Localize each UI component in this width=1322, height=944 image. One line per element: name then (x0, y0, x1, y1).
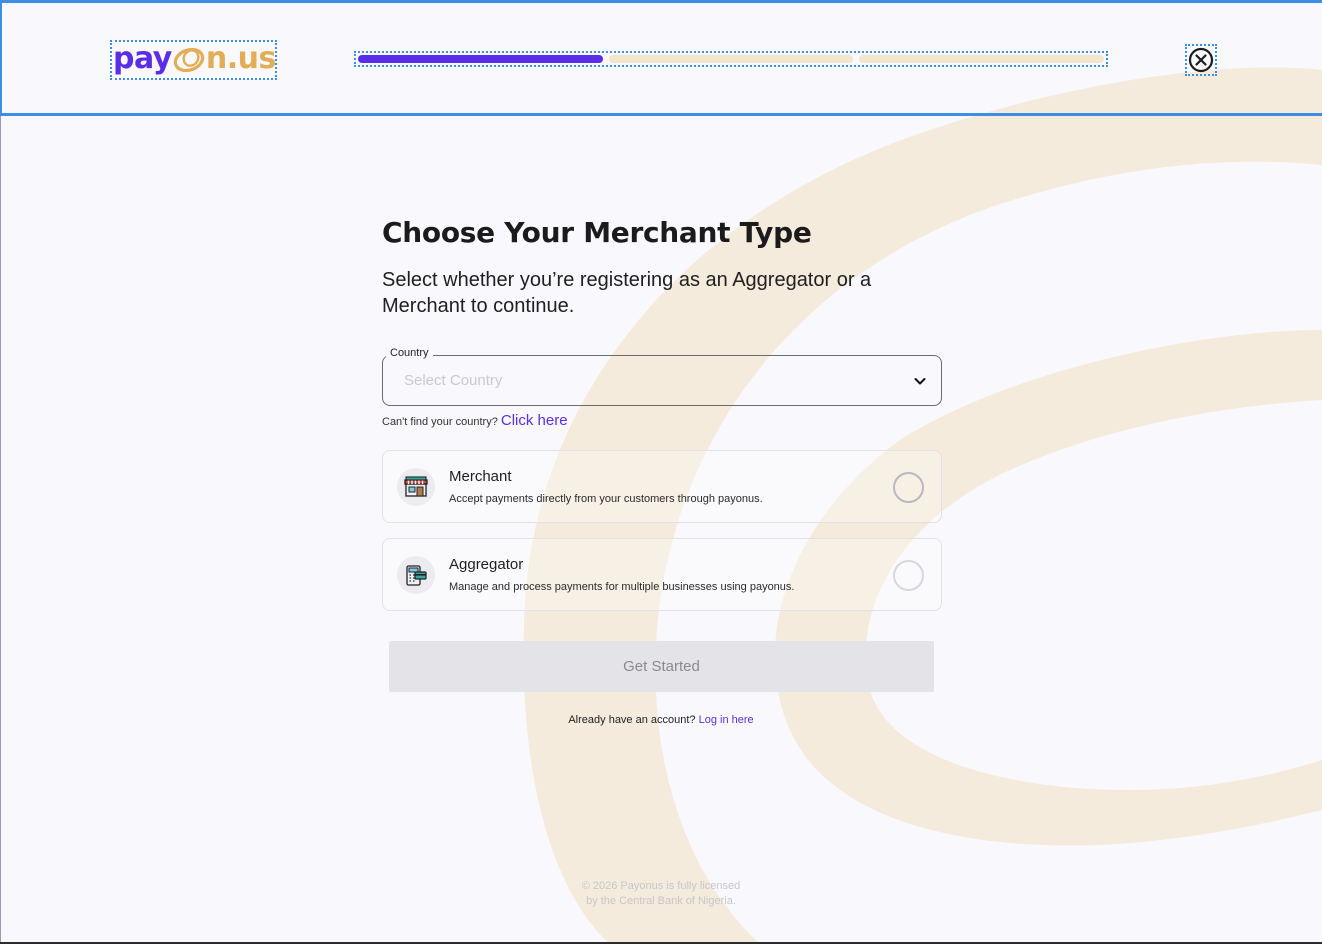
login-link[interactable]: Log in here (699, 714, 754, 726)
page-title: Choose Your Merchant Type (382, 216, 812, 249)
storefront-icon (404, 476, 428, 497)
aggregator-icon-badge (397, 556, 435, 594)
swirl-o-icon (173, 47, 205, 72)
aggregator-description: Manage and process payments for multiple… (449, 581, 795, 593)
country-help: Can't find your country? Click here (382, 412, 568, 429)
aggregator-title: Aggregator (449, 556, 524, 573)
footer-line-1: © 2026 Payonus is fully licensed (581, 880, 741, 892)
left-border (0, 116, 1, 944)
logo-text-nus: n.us (205, 41, 276, 76)
merchant-description: Accept payments directly from your custo… (449, 493, 763, 505)
login-prompt-text: Already have an account? (568, 714, 696, 726)
get-started-button[interactable]: Get Started (389, 641, 934, 692)
country-select[interactable]: Country Select Country (382, 347, 942, 406)
option-aggregator[interactable]: Aggregator Manage and process payments f… (382, 538, 942, 611)
chevron-down-icon (914, 378, 926, 385)
progress-segment-3 (859, 55, 1105, 63)
progress-segment-1 (358, 55, 603, 63)
country-help-text: Can't find your country? (382, 416, 498, 428)
login-prompt: Already have an account? Log in here (0, 714, 1322, 726)
aggregator-radio[interactable] (893, 560, 924, 591)
logo-text-pay: pay (113, 41, 172, 76)
option-merchant[interactable]: Merchant Accept payments directly from y… (382, 450, 942, 523)
click-here-link[interactable]: Click here (501, 412, 568, 429)
top-bar: pay n.us (0, 0, 1322, 116)
progress-segment-2 (608, 55, 854, 63)
page: pay n.us Choose Your Merchant Type Select… (0, 0, 1322, 944)
merchant-title: Merchant (449, 468, 512, 485)
pos-terminal-icon (406, 565, 427, 586)
footer: © 2026 Payonus is fully licensed by the … (0, 879, 1322, 909)
merchant-radio[interactable] (893, 472, 924, 503)
merchant-icon-badge (397, 468, 435, 506)
step-progress-bar (354, 51, 1108, 67)
close-button[interactable] (1185, 44, 1217, 76)
close-circle-icon (1188, 47, 1214, 73)
footer-line-2: by the Central Bank of Nigeria. (586, 895, 736, 907)
page-subtitle: Select whether you’re registering as an … (382, 269, 872, 317)
payonus-logo[interactable]: pay n.us (110, 40, 277, 80)
country-label: Country (386, 347, 433, 359)
country-placeholder: Select Country (404, 372, 503, 389)
